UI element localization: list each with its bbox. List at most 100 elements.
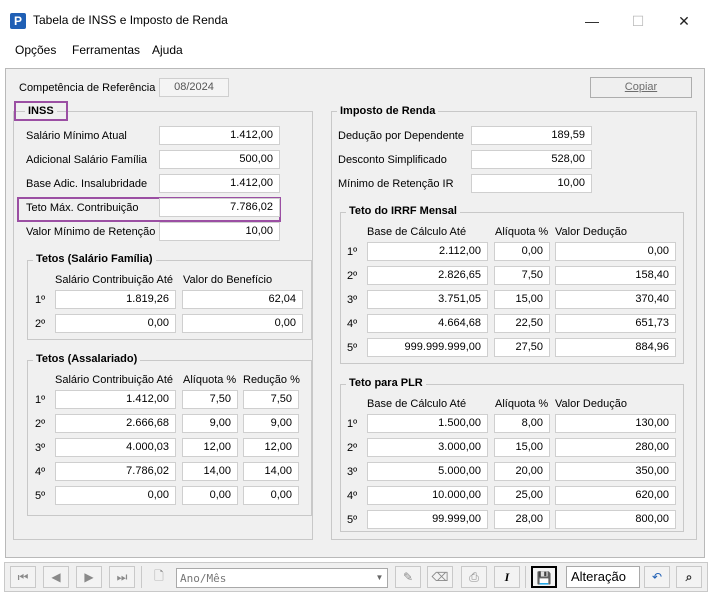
deducao-dependente-field[interactable]: 189,59 [471, 126, 592, 145]
inss-label: Base Adic. Insalubridade [26, 178, 148, 190]
familia-header-valor: Valor do Benefício [183, 274, 273, 286]
familia-valor-field[interactable]: 62,04 [182, 290, 303, 309]
app-icon: P [10, 13, 26, 29]
next-record-icon[interactable]: ▶ [76, 566, 102, 588]
close-button[interactable]: ✕ [670, 8, 698, 34]
mensal-base-field[interactable]: 2.112,00 [367, 242, 488, 261]
mensal-deducao-field[interactable]: 0,00 [555, 242, 676, 261]
menu-ferramentas[interactable]: Ferramentas [72, 43, 140, 57]
assalariado-header-ate: Salário Contribuição Até [55, 374, 174, 386]
plr-deducao-field[interactable]: 350,00 [555, 462, 676, 481]
plr-deducao-field[interactable]: 800,00 [555, 510, 676, 529]
familia-valor-field[interactable]: 0,00 [182, 314, 303, 333]
mensal-aliquota-field[interactable]: 27,50 [494, 338, 550, 357]
row-number: 2º [347, 442, 358, 454]
plr-base-field[interactable]: 99.999,00 [367, 510, 488, 529]
base-insalubridade-field[interactable]: 1.412,00 [159, 174, 280, 193]
mensal-aliquota-field[interactable]: 0,00 [494, 242, 550, 261]
assalariado-aliquota-field[interactable]: 14,00 [182, 462, 238, 481]
inss-title: INSS [25, 105, 57, 117]
assalariado-reducao-field[interactable]: 14,00 [243, 462, 299, 481]
mensal-base-field[interactable]: 999.999.999,00 [367, 338, 488, 357]
plr-base-field[interactable]: 5.000,00 [367, 462, 488, 481]
teto-maximo-field[interactable]: 7.786,02 [159, 198, 280, 217]
assalariado-aliquota-field[interactable]: 12,00 [182, 438, 238, 457]
prev-record-icon[interactable]: ◀ [43, 566, 69, 588]
irrf-mensal-title: Teto do IRRF Mensal [346, 205, 460, 217]
save-icon[interactable]: 💾 [531, 566, 557, 588]
salario-minimo-field[interactable]: 1.412,00 [159, 126, 280, 145]
edit-icon[interactable]: ✎ [395, 566, 421, 588]
assalariado-aliquota-field[interactable]: 7,50 [182, 390, 238, 409]
row-number: 2º [35, 318, 46, 330]
print-icon[interactable]: ⎙ [461, 566, 487, 588]
assalariado-aliquota-field[interactable]: 0,00 [182, 486, 238, 505]
plr-aliquota-field[interactable]: 8,00 [494, 414, 550, 433]
plr-deducao-field[interactable]: 620,00 [555, 486, 676, 505]
plr-aliquota-field[interactable]: 15,00 [494, 438, 550, 457]
valor-minimo-field[interactable]: 10,00 [159, 222, 280, 241]
delete-icon[interactable]: ⌫ [427, 566, 453, 588]
desconto-simplificado-field[interactable]: 528,00 [471, 150, 592, 169]
mensal-aliquota-field[interactable]: 7,50 [494, 266, 550, 285]
familia-ate-field[interactable]: 0,00 [55, 314, 176, 333]
mensal-deducao-field[interactable]: 884,96 [555, 338, 676, 357]
row-number: 4º [347, 318, 358, 330]
plr-deducao-field[interactable]: 130,00 [555, 414, 676, 433]
row-number: 4º [35, 466, 46, 478]
plr-base-field[interactable]: 10.000,00 [367, 486, 488, 505]
plr-deducao-field[interactable]: 280,00 [555, 438, 676, 457]
plr-aliquota-field[interactable]: 28,00 [494, 510, 550, 529]
assalariado-reducao-field[interactable]: 0,00 [243, 486, 299, 505]
familia-ate-field[interactable]: 1.819,26 [55, 290, 176, 309]
undo-icon[interactable]: ↶ [644, 566, 670, 588]
assalariado-ate-field[interactable]: 2.666,68 [55, 414, 176, 433]
row-number: 1º [347, 246, 358, 258]
menu-ajuda[interactable]: Ajuda [152, 43, 183, 57]
assalariado-title: Tetos (Assalariado) [33, 353, 141, 365]
mensal-base-field[interactable]: 3.751,05 [367, 290, 488, 309]
italic-icon[interactable]: I [494, 566, 520, 588]
assalariado-aliquota-field[interactable]: 9,00 [182, 414, 238, 433]
row-number: 1º [35, 394, 46, 406]
menu-opcoes[interactable]: Opções [15, 43, 56, 57]
first-record-icon[interactable]: ⏮ [10, 566, 36, 588]
assalariado-reducao-field[interactable]: 7,50 [243, 390, 299, 409]
last-record-icon[interactable]: ⏭ [109, 566, 135, 588]
mensal-aliquota-field[interactable]: 22,50 [494, 314, 550, 333]
assalariado-ate-field[interactable]: 7.786,02 [55, 462, 176, 481]
maximize-button[interactable]: ☐ [624, 8, 652, 34]
assalariado-ate-field[interactable]: 1.412,00 [55, 390, 176, 409]
plr-header-base: Base de Cálculo Até [367, 398, 467, 410]
ano-mes-combo[interactable]: Ano/Mês [176, 568, 388, 588]
mensal-deducao-field[interactable]: 651,73 [555, 314, 676, 333]
inss-label: Valor Mínimo de Retenção [26, 226, 156, 238]
plr-aliquota-field[interactable]: 20,00 [494, 462, 550, 481]
competencia-field[interactable]: 08/2024 [159, 78, 229, 97]
find-icon[interactable]: ⌕ [676, 566, 702, 588]
assalariado-reducao-field[interactable]: 9,00 [243, 414, 299, 433]
plr-aliquota-field[interactable]: 25,00 [494, 486, 550, 505]
row-number: 2º [347, 270, 358, 282]
mensal-aliquota-field[interactable]: 15,00 [494, 290, 550, 309]
inss-label: Adicional Salário Família [26, 154, 148, 166]
mensal-deducao-field[interactable]: 158,40 [555, 266, 676, 285]
assalariado-reducao-field[interactable]: 12,00 [243, 438, 299, 457]
chevron-down-icon[interactable]: ▼ [372, 569, 387, 587]
assalariado-ate-field[interactable]: 4.000,03 [55, 438, 176, 457]
plr-title: Teto para PLR [346, 377, 426, 389]
plr-base-field[interactable]: 1.500,00 [367, 414, 488, 433]
copy-button[interactable]: Copiar [590, 77, 692, 98]
mensal-base-field[interactable]: 2.826,65 [367, 266, 488, 285]
plr-base-field[interactable]: 3.000,00 [367, 438, 488, 457]
assalariado-ate-field[interactable]: 0,00 [55, 486, 176, 505]
mensal-deducao-field[interactable]: 370,40 [555, 290, 676, 309]
new-document-icon[interactable]: 🗋 [146, 566, 172, 588]
minimize-button[interactable]: — [578, 8, 606, 34]
minimo-retencao-ir-field[interactable]: 10,00 [471, 174, 592, 193]
row-number: 5º [347, 342, 358, 354]
ir-title: Imposto de Renda [337, 105, 439, 117]
mensal-base-field[interactable]: 4.664,68 [367, 314, 488, 333]
adicional-familia-field[interactable]: 500,00 [159, 150, 280, 169]
row-number: 3º [347, 466, 358, 478]
